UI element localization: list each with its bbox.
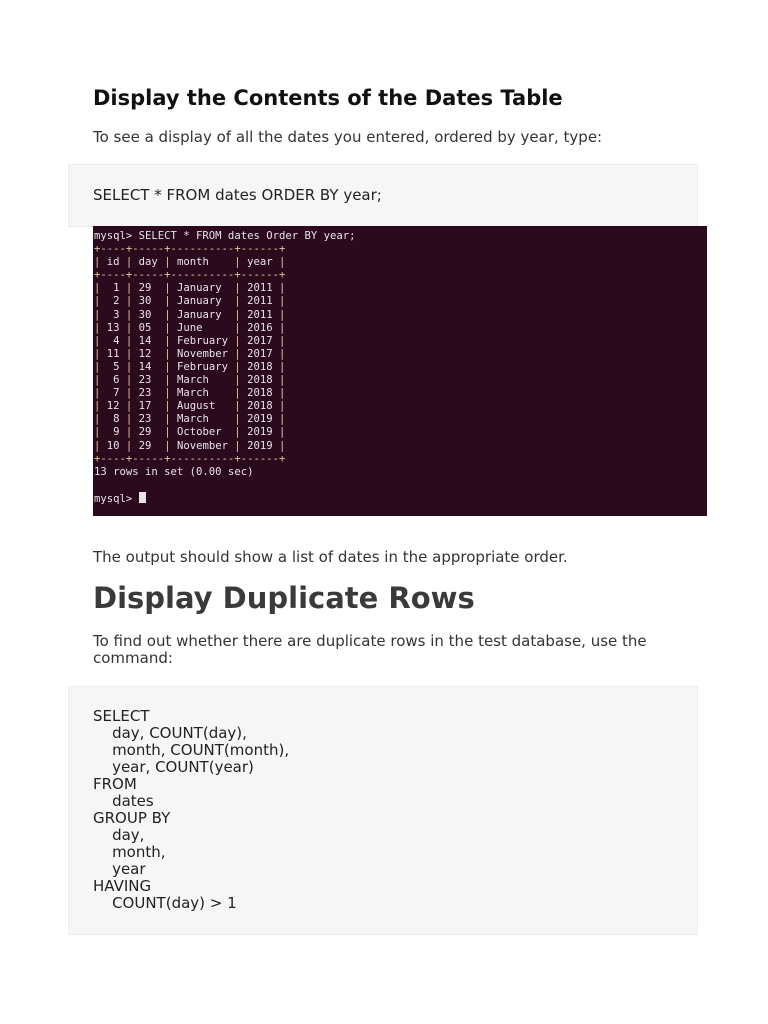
- terminal-cursor: [138, 491, 146, 503]
- outro-text: The output should show a list of dates i…: [93, 548, 568, 566]
- code-text: SELECT * FROM dates ORDER BY year;: [93, 186, 382, 204]
- code-block-duplicates: SELECT day, COUNT(day), month, COUNT(mon…: [68, 686, 698, 935]
- intro-text-duplicates: To find out whether there are duplicate …: [93, 632, 647, 667]
- intro-text: To see a display of all the dates you en…: [93, 128, 603, 146]
- code-block-select: SELECT * FROM dates ORDER BY year;: [68, 164, 698, 227]
- terminal-output: mysql> SELECT * FROM dates Order BY year…: [94, 230, 356, 505]
- terminal-screenshot: mysql> SELECT * FROM dates Order BY year…: [93, 226, 707, 516]
- code-text: SELECT day, COUNT(day), month, COUNT(mon…: [93, 707, 290, 912]
- section-heading-duplicate-rows: Display Duplicate Rows: [93, 581, 475, 615]
- section-heading-dates-table: Display the Contents of the Dates Table: [93, 86, 563, 110]
